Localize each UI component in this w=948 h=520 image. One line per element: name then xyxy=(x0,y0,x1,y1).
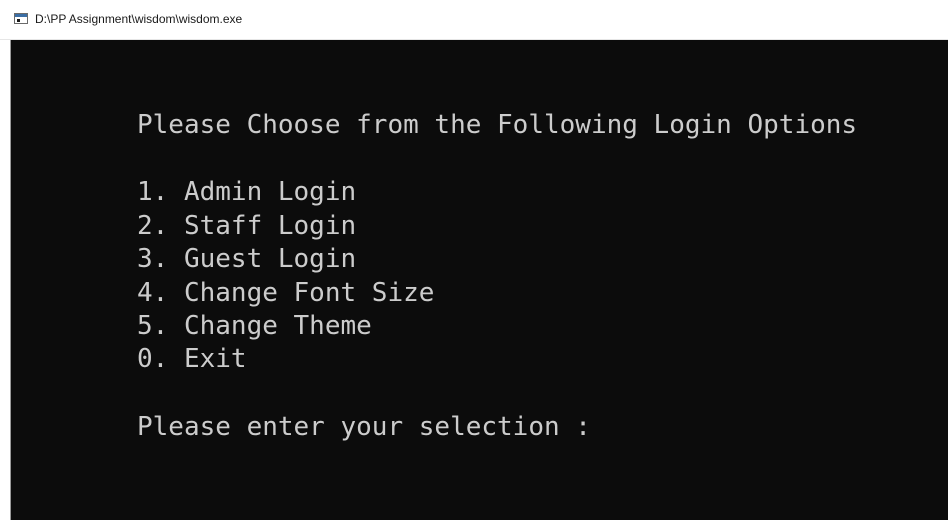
menu-option-guest-login: 3. Guest Login xyxy=(137,244,357,274)
menu-option-admin-login: 1. Admin Login xyxy=(137,177,357,207)
menu-heading: Please Choose from the Following Login O… xyxy=(137,110,858,140)
menu-option-change-font-size: 4. Change Font Size xyxy=(137,278,435,308)
console-area[interactable]: Please Choose from the Following Login O… xyxy=(10,40,948,520)
menu-option-staff-login: 2. Staff Login xyxy=(137,211,357,241)
selection-prompt: Please enter your selection : xyxy=(137,412,591,442)
menu-option-exit: 0. Exit xyxy=(137,344,247,374)
menu-option-change-theme: 5. Change Theme xyxy=(137,311,372,341)
title-bar[interactable]: D:\PP Assignment\wisdom\wisdom.exe xyxy=(0,0,948,40)
window-title: D:\PP Assignment\wisdom\wisdom.exe xyxy=(35,12,243,26)
console-window: D:\PP Assignment\wisdom\wisdom.exe Pleas… xyxy=(0,0,948,520)
console-window-icon[interactable] xyxy=(14,13,28,24)
